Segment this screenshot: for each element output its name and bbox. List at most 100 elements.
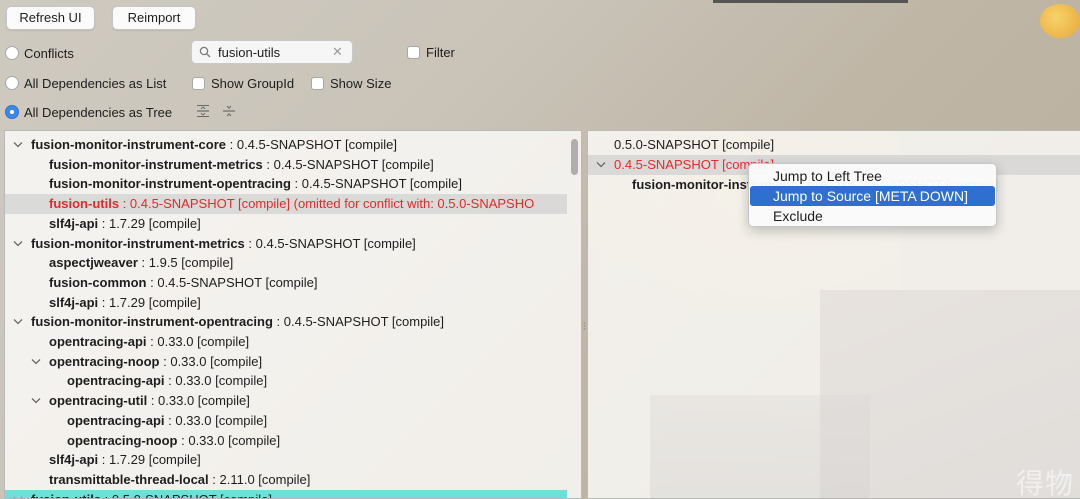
dependency-name: opentracing-api (49, 334, 147, 349)
tree-row-text: slf4j-api : 1.7.29 [compile] (49, 450, 201, 470)
tree-row[interactable]: opentracing-api : 0.33.0 [compile] (5, 332, 567, 352)
tree-row-text: fusion-monitor-instrument-opentracing : … (49, 174, 462, 194)
radio-conflicts[interactable] (5, 46, 19, 60)
dependency-version: : 0.4.5-SNAPSHOT [compile] (226, 137, 397, 152)
dependency-name: opentracing-util (49, 393, 148, 409)
dependency-version: : 0.5.0-SNAPSHOT [compile] (101, 492, 272, 498)
dependency-name: slf4j-api (49, 294, 99, 310)
dependency-name: fusion-monitor-instrument-metrics (31, 235, 245, 251)
mode-conflicts[interactable]: Conflicts (5, 44, 74, 62)
dependency-version: : 0.4.5-SNAPSHOT [compile] (244, 235, 416, 251)
left-dependency-tree[interactable]: fusion-monitor-instrument-core : 0.4.5-S… (4, 130, 582, 499)
tree-row[interactable]: fusion-common : 0.4.5-SNAPSHOT [compile] (5, 273, 567, 293)
left-tree-scrollbar[interactable] (571, 139, 578, 175)
tree-row[interactable]: fusion-monitor-instrument-opentracing : … (5, 174, 567, 194)
tree-row[interactable]: fusion-monitor-instrument-metrics : 0.4.… (5, 155, 567, 175)
tree-row[interactable]: opentracing-util : 0.33.0 [compile] (5, 391, 567, 411)
chevron-down-icon[interactable] (596, 155, 606, 175)
tree-row-text: opentracing-noop : 0.33.0 [compile] (67, 431, 280, 451)
dependency-version: : 0.33.0 [compile] (159, 353, 263, 369)
mode-conflicts-label: Conflicts (24, 45, 74, 61)
dependency-name: fusion-utils (49, 196, 120, 212)
collapse-all-icon[interactable] (222, 104, 236, 118)
tree-row-text: opentracing-api : 0.33.0 [compile] (67, 371, 267, 391)
tree-row-text: transmittable-thread-local : 2.11.0 [com… (49, 470, 310, 490)
chevron-down-icon[interactable] (31, 391, 41, 411)
toolbar: Refresh UI Reimport Conflicts All Depend… (0, 0, 1080, 130)
tree-row[interactable]: fusion-monitor-instrument-opentracing : … (5, 312, 567, 332)
dependency-version: 0.5.0-SNAPSHOT [compile] (614, 137, 775, 152)
chevron-down-icon[interactable] (31, 352, 41, 372)
tree-row[interactable]: fusion-monitor-instrument-metrics : 0.4.… (5, 234, 567, 254)
dependency-name: transmittable-thread-local (49, 471, 209, 487)
search-box[interactable]: ✕ (191, 40, 353, 64)
tree-row[interactable]: opentracing-api : 0.33.0 [compile] (5, 371, 567, 391)
filter-checkbox[interactable] (407, 45, 420, 59)
refresh-ui-button[interactable]: Refresh UI (6, 6, 95, 30)
tree-row-text: fusion-monitor-instrument-metrics : 0.4.… (31, 234, 416, 254)
chevron-down-icon[interactable] (13, 234, 23, 254)
tree-row-text: opentracing-util : 0.33.0 [compile] (49, 391, 250, 411)
tree-row[interactable]: opentracing-api : 0.33.0 [compile] (5, 411, 567, 431)
watermark-text: 得物 (1016, 467, 1075, 499)
dependency-name: opentracing-api (67, 412, 165, 428)
expand-all-icon[interactable] (196, 104, 210, 118)
tree-row-text: fusion-utils : 0.5.0-SNAPSHOT [compile] (31, 490, 272, 498)
tree-row[interactable]: slf4j-api : 1.7.29 [compile] (5, 293, 567, 313)
tree-row-text: opentracing-api : 0.33.0 [compile] (49, 332, 249, 352)
tree-row[interactable]: aspectjweaver : 1.9.5 [compile] (5, 253, 567, 273)
show-groupid-checkbox[interactable] (192, 76, 205, 90)
dependency-version: : 1.7.29 [compile] (98, 215, 201, 231)
show-size-checkbox[interactable] (311, 76, 324, 90)
dependency-version: : 0.33.0 [compile] (177, 432, 281, 448)
tree-row[interactable]: fusion-utils : 0.5.0-SNAPSHOT [compile] (5, 489, 567, 498)
tree-row-text: fusion-monitor-instrument-metrics : 0.4.… (49, 155, 434, 175)
tree-row-text: fusion-monitor-instrument-core : 0.4.5-S… (31, 135, 397, 155)
tree-row-text: slf4j-api : 1.7.29 [compile] (49, 214, 201, 234)
context-menu-item[interactable]: Jump to Left Tree (750, 166, 995, 186)
show-groupid-label: Show GroupId (211, 75, 295, 91)
dependency-version: : 0.4.5-SNAPSHOT [compile] (146, 274, 318, 290)
dependency-version: : 1.7.29 [compile] (98, 452, 201, 468)
dependency-version: : 2.11.0 [compile] (208, 471, 311, 487)
show-size-label: Show Size (330, 75, 392, 91)
show-groupid-toggle[interactable]: Show GroupId (192, 74, 294, 92)
mode-tree[interactable]: All Dependencies as Tree (5, 103, 172, 121)
tree-row[interactable]: slf4j-api : 1.7.29 [compile] (5, 214, 567, 234)
dependency-version: : 0.33.0 [compile] (147, 393, 250, 409)
tree-row-text: aspectjweaver : 1.9.5 [compile] (49, 253, 233, 273)
dependency-name: aspectjweaver (49, 255, 138, 271)
context-menu-item[interactable]: Jump to Source [META DOWN] (750, 186, 995, 206)
tree-row[interactable]: transmittable-thread-local : 2.11.0 [com… (5, 470, 567, 490)
search-icon (192, 46, 218, 58)
tree-row[interactable]: 0.5.0-SNAPSHOT [compile] (588, 135, 1080, 155)
chevron-down-icon[interactable] (13, 312, 23, 332)
tree-row[interactable]: fusion-monitor-instrument-core : 0.4.5-S… (5, 135, 567, 155)
reimport-button[interactable]: Reimport (112, 6, 196, 30)
tree-row[interactable]: opentracing-noop : 0.33.0 [compile] (5, 431, 567, 451)
filter-toggle[interactable]: Filter (407, 43, 455, 61)
tree-row[interactable]: fusion-utils : 0.4.5-SNAPSHOT [compile] … (5, 194, 567, 215)
dependency-version: : 1.9.5 [compile] (137, 255, 234, 271)
tree-row[interactable]: opentracing-noop : 0.33.0 [compile] (5, 352, 567, 372)
dependency-name: fusion-utils (31, 492, 101, 498)
dependency-version: : 0.4.5-SNAPSHOT [compile] (262, 156, 434, 172)
context-menu-item[interactable]: Exclude (750, 206, 995, 226)
tree-row[interactable]: slf4j-api : 1.7.29 [compile] (5, 450, 567, 470)
radio-list[interactable] (5, 76, 19, 90)
show-size-toggle[interactable]: Show Size (311, 74, 391, 92)
tree-row-text: fusion-monitor-instrument-opentracing : … (31, 312, 444, 332)
dependency-version: : 1.7.29 [compile] (98, 294, 201, 310)
clear-search-icon[interactable]: ✕ (332, 44, 343, 60)
dependency-version: : 0.33.0 [compile] (164, 412, 268, 428)
dependency-name: slf4j-api (49, 215, 99, 231)
tree-row-text: 0.5.0-SNAPSHOT [compile] (614, 135, 774, 155)
radio-tree[interactable] (5, 105, 19, 119)
dependency-name: fusion-common (49, 274, 147, 290)
chevron-down-icon[interactable] (13, 490, 23, 498)
chevron-down-icon[interactable] (13, 135, 23, 155)
dependency-version: : 0.4.5-SNAPSHOT [compile] (272, 314, 444, 330)
search-input[interactable] (218, 44, 328, 60)
dependency-name: fusion-monitor-instrument-opentracing (49, 176, 291, 192)
mode-list[interactable]: All Dependencies as List (5, 74, 166, 92)
